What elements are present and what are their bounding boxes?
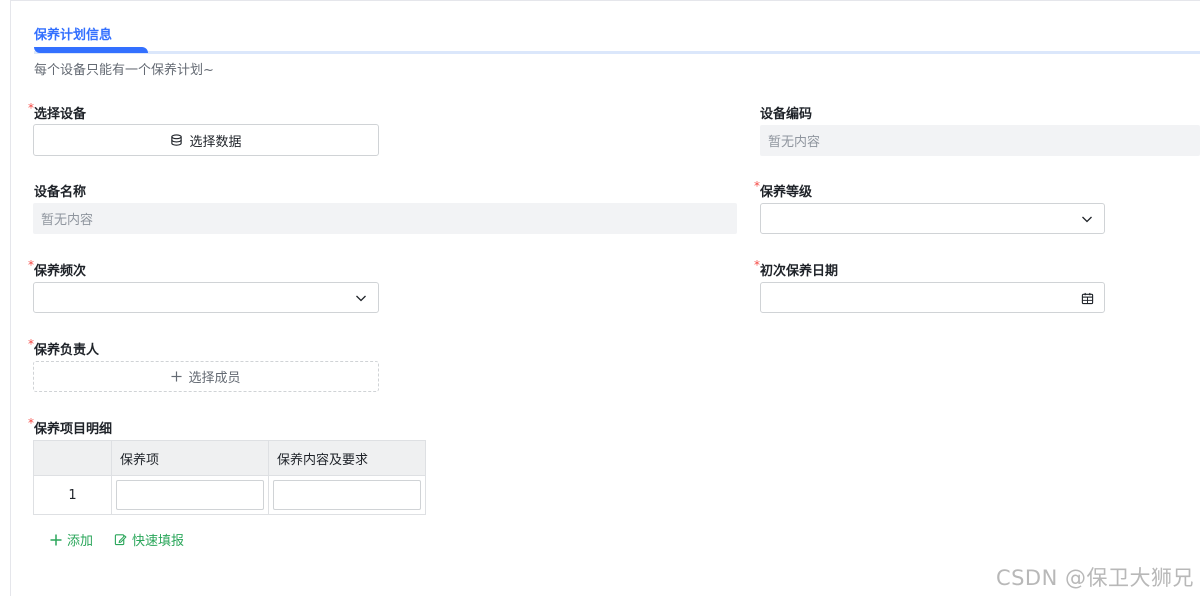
table-header-content: 保养内容及要求 — [268, 440, 426, 476]
table-header-row: 保养项 保养内容及要求 — [33, 440, 426, 476]
select-data-label: 选择数据 — [189, 134, 242, 150]
required-mark: * — [28, 101, 34, 115]
select-data-button[interactable]: 选择数据 — [33, 124, 379, 156]
select-device-label: * 选择设备 — [28, 101, 87, 122]
required-mark: * — [28, 416, 34, 430]
database-icon — [171, 133, 183, 146]
table-row: 1 — [33, 475, 426, 515]
section-title: 保养计划信息 — [34, 28, 113, 43]
required-mark: * — [754, 179, 760, 193]
maintain-frequency-select[interactable] — [33, 282, 379, 313]
section-hint: 每个设备只能有一个保养计划~ — [34, 63, 214, 78]
maintain-item-input[interactable] — [116, 480, 264, 510]
items-detail-table: 保养项 保养内容及要求 1 — [33, 440, 426, 515]
calendar-icon — [1081, 292, 1094, 304]
add-row-button[interactable]: 添加 — [50, 530, 93, 549]
device-code-value: 暂无内容 — [760, 125, 1200, 156]
chevron-down-icon — [1082, 216, 1092, 222]
required-mark: * — [754, 258, 760, 272]
table-header-index — [33, 440, 112, 476]
plus-icon — [171, 371, 183, 382]
plus-icon — [50, 534, 62, 545]
table-header-item: 保养项 — [111, 440, 269, 476]
chevron-down-icon — [356, 295, 366, 301]
quick-fill-button[interactable]: 快速填报 — [114, 530, 184, 549]
table-cell — [111, 475, 269, 515]
required-mark: * — [28, 258, 34, 272]
first-date-picker[interactable] — [760, 282, 1105, 313]
owner-label: * 保养负责人 — [28, 337, 100, 358]
device-name-label: 设备名称 — [34, 185, 87, 200]
table-cell — [268, 475, 426, 515]
items-detail-label: * 保养项目明细 — [28, 416, 113, 437]
required-mark: * — [28, 337, 34, 351]
row-index: 1 — [33, 475, 112, 515]
device-code-label: 设备编码 — [760, 107, 813, 122]
maintain-level-label: * 保养等级 — [754, 179, 813, 200]
add-row-label: 添加 — [67, 534, 94, 549]
select-member-button[interactable]: 选择成员 — [33, 361, 379, 392]
section-title-underline — [34, 47, 148, 53]
watermark: CSDN @保卫大狮兄 — [995, 566, 1194, 590]
first-date-label: * 初次保养日期 — [754, 258, 839, 279]
maintain-frequency-label: * 保养频次 — [28, 258, 87, 279]
maintain-content-input[interactable] — [273, 480, 421, 510]
device-name-value: 暂无内容 — [33, 203, 737, 234]
edit-icon — [114, 534, 127, 546]
maintain-level-select[interactable] — [760, 203, 1105, 234]
quick-fill-label: 快速填报 — [132, 534, 185, 549]
select-member-label: 选择成员 — [188, 371, 241, 386]
section-divider — [34, 51, 1200, 54]
